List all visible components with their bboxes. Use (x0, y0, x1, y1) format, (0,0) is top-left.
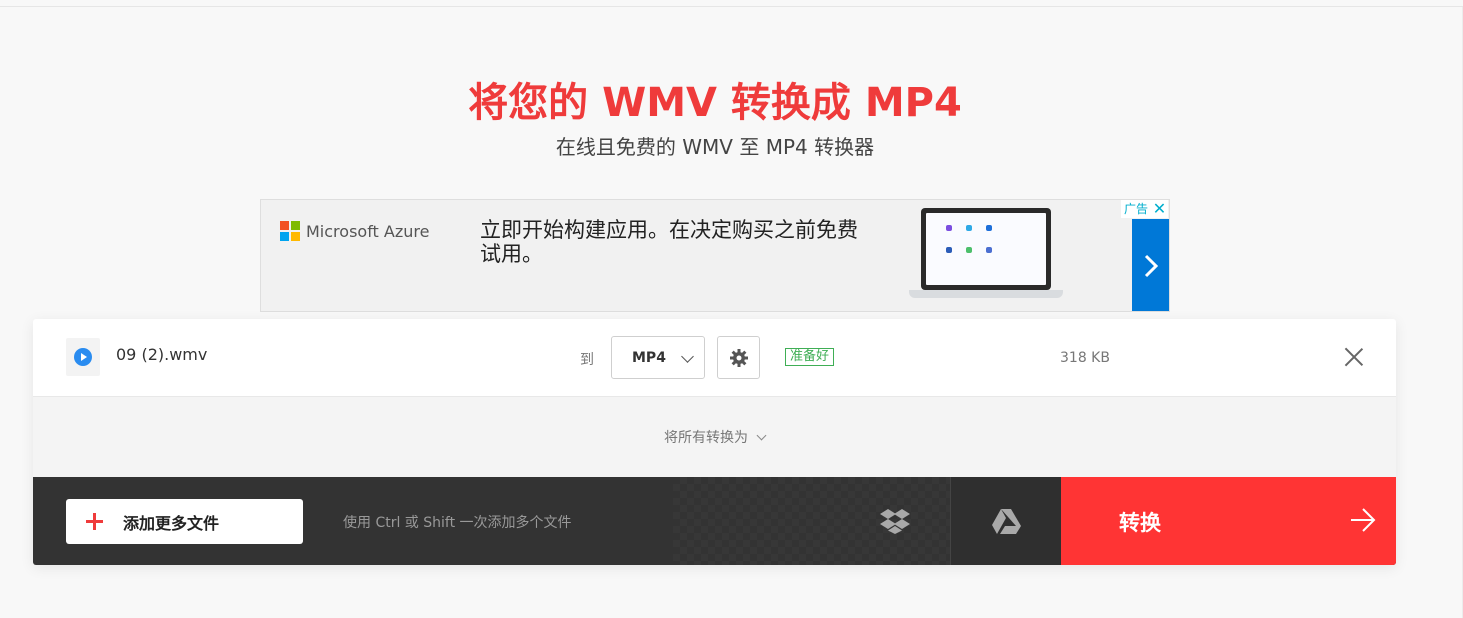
ad-text[interactable]: 立即开始构建应用。在决定购买之前免费试用。 (480, 218, 870, 266)
ad-banner[interactable]: Microsoft Azure 立即开始构建应用。在决定购买之前免费试用。 广告… (260, 199, 1170, 312)
google-drive-icon (992, 509, 1021, 534)
bottom-bar: 添加更多文件 使用 Ctrl 或 Shift 一次添加多个文件 转换 (33, 477, 1396, 565)
ad-close-icon[interactable]: ✕ (1151, 200, 1168, 218)
to-label: 到 (580, 352, 594, 368)
add-more-files-label: 添加更多文件 (123, 513, 220, 533)
chevron-right-icon (1144, 254, 1158, 277)
gear-icon (729, 348, 748, 367)
status-badge: 准备好 (785, 348, 835, 366)
file-icon (66, 338, 100, 376)
page-subtitle: 在线且免费的 WMV 至 MP4 转换器 (555, 135, 875, 159)
laptop-image (909, 206, 1069, 306)
google-drive-button[interactable] (951, 477, 1061, 565)
settings-button[interactable] (717, 336, 760, 379)
convert-label: 转换 (1119, 511, 1161, 535)
format-select[interactable]: MP4 (611, 336, 705, 379)
ad-next-button[interactable] (1132, 219, 1169, 311)
convert-button[interactable]: 转换 (1061, 477, 1396, 565)
file-name: 09 (2).wmv (116, 345, 208, 364)
dropbox-icon[interactable] (879, 507, 911, 535)
chevron-down-icon (756, 430, 767, 441)
file-row: 09 (2).wmv 到 MP4 准备好 318 KB (33, 319, 1396, 397)
ad-logo: Microsoft Azure (280, 221, 429, 241)
close-icon[interactable] (1343, 346, 1365, 368)
converter-panel: 09 (2).wmv 到 MP4 准备好 318 KB 将所有转换为 添加更多文… (33, 319, 1396, 565)
convert-all-dropdown[interactable]: 将所有转换为 (33, 427, 1396, 447)
arrow-right-icon (1351, 508, 1376, 532)
plus-icon (86, 513, 103, 530)
add-more-files-button[interactable]: 添加更多文件 (66, 499, 303, 544)
format-value: MP4 (632, 349, 666, 366)
multi-select-hint: 使用 Ctrl 或 Shift 一次添加多个文件 (343, 515, 572, 531)
microsoft-logo-icon (280, 221, 300, 241)
top-divider (0, 6, 1463, 7)
page-title: 将您的 WMV 转换成 MP4 (468, 80, 962, 126)
play-icon (74, 348, 92, 366)
ad-badge[interactable]: 广告 (1120, 200, 1151, 218)
file-size: 318 KB (1060, 350, 1110, 366)
convert-all-label: 将所有转换为 (664, 430, 748, 446)
chevron-down-icon (681, 350, 694, 363)
ad-brand: Microsoft Azure (306, 221, 430, 241)
